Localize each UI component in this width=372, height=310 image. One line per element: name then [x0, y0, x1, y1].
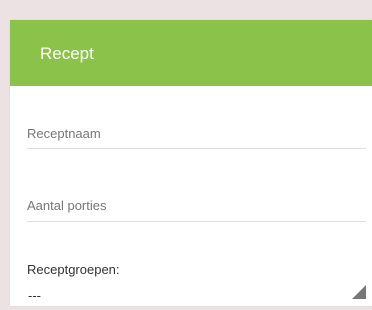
- recipe-name-field: [27, 118, 366, 149]
- recipe-groups-label: Receptgroepen:: [27, 262, 120, 277]
- resize-grip-icon[interactable]: [352, 285, 366, 299]
- card-title: Recept: [40, 44, 94, 63]
- recipe-groups-selected-value: ---: [28, 288, 41, 303]
- card-header: Recept: [10, 20, 372, 86]
- recipe-card: Recept Receptgroepen: ---: [10, 20, 372, 306]
- portions-input[interactable]: [27, 190, 366, 221]
- portions-field: [27, 190, 366, 222]
- recipe-name-input[interactable]: [27, 118, 366, 148]
